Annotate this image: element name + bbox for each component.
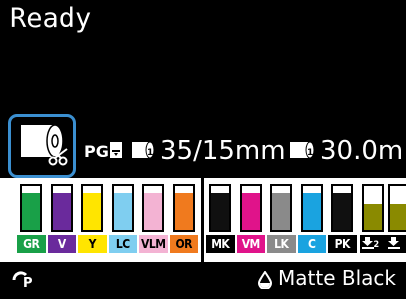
ink-level-fill bbox=[174, 193, 193, 230]
svg-text:P: P bbox=[23, 276, 33, 288]
ink-tank bbox=[270, 184, 293, 232]
ink-label: OR bbox=[169, 235, 198, 253]
maintenance-box-slot: 2 bbox=[359, 178, 386, 262]
ink-label: GR bbox=[17, 235, 46, 253]
svg-text:PG: PG bbox=[84, 142, 109, 161]
ink-tank bbox=[81, 184, 104, 232]
black-ink-type: Matte Black bbox=[278, 266, 396, 290]
svg-text:1: 1 bbox=[307, 148, 313, 158]
paper-setup-button[interactable] bbox=[8, 114, 76, 178]
ink-slot-vm: VM bbox=[236, 178, 267, 262]
ink-drop-icon bbox=[258, 270, 273, 289]
ink-slot-gr: GR bbox=[16, 178, 47, 262]
status-text: Ready bbox=[10, 3, 92, 34]
ink-label: VLM bbox=[139, 235, 168, 253]
ink-tank bbox=[209, 184, 232, 232]
maintenance-box-level bbox=[361, 184, 384, 232]
ink-label: PK bbox=[328, 235, 357, 253]
roll1-remaining: 35/15mm bbox=[160, 136, 286, 166]
ink-slot-lc: LC bbox=[108, 178, 139, 262]
ink-tank bbox=[172, 184, 195, 232]
sp-indicator: P bbox=[12, 270, 38, 293]
maintenance-box-icon bbox=[361, 237, 374, 249]
roll-paper-icon: 1 bbox=[290, 141, 315, 159]
ink-slot-mk: MK bbox=[205, 178, 236, 262]
ink-label: LK bbox=[267, 235, 296, 253]
roll2-remaining: 30.0m bbox=[320, 136, 404, 166]
ink-slot-c: C bbox=[297, 178, 328, 262]
ink-level-fill bbox=[52, 193, 71, 230]
ink-level-fill bbox=[113, 193, 132, 230]
ink-slot-lk: LK bbox=[266, 178, 297, 262]
ink-level-fill bbox=[211, 193, 230, 230]
ink-slot-y: Y bbox=[77, 178, 108, 262]
ink-label: VM bbox=[236, 235, 265, 253]
ink-tank bbox=[50, 184, 73, 232]
svg-text:1: 1 bbox=[147, 148, 153, 158]
maintenance-box-fill bbox=[389, 203, 406, 230]
ink-label: MK bbox=[206, 235, 235, 253]
maintenance-box-number: 2 bbox=[373, 240, 380, 250]
ink-label: V bbox=[47, 235, 76, 253]
maintenance-box-label bbox=[385, 235, 406, 253]
ink-slot-vlm: VLM bbox=[138, 178, 169, 262]
ink-tank bbox=[239, 184, 262, 232]
ink-level-fill bbox=[302, 193, 321, 230]
black-ink-status: Matte Black bbox=[258, 266, 396, 290]
ink-tank bbox=[300, 184, 323, 232]
ink-tank bbox=[331, 184, 354, 232]
roll-paper-icon: 1 bbox=[132, 141, 155, 159]
ink-tank bbox=[142, 184, 165, 232]
ink-level-fill bbox=[144, 193, 163, 230]
ink-level-fill bbox=[241, 193, 260, 230]
ink-slot-pk: PK bbox=[327, 178, 358, 262]
ink-level-fill bbox=[333, 193, 352, 230]
maintenance-box-label: 2 bbox=[359, 235, 386, 253]
ink-label: C bbox=[297, 235, 326, 253]
platen-gap-icon: PG bbox=[84, 142, 122, 161]
roll-paper-cut-icon bbox=[21, 124, 68, 166]
ink-label: LC bbox=[108, 235, 137, 253]
maintenance-box-icon bbox=[387, 237, 400, 249]
maintenance-box-slot bbox=[385, 178, 406, 262]
ink-slot-v: V bbox=[47, 178, 78, 262]
ink-level-fill bbox=[22, 193, 41, 230]
maintenance-box-fill bbox=[363, 203, 382, 230]
maintenance-box-level bbox=[387, 184, 406, 232]
ink-label: Y bbox=[78, 235, 107, 253]
ink-level-fill bbox=[272, 193, 291, 230]
sp-icon: P bbox=[12, 271, 33, 291]
ink-slot-or: OR bbox=[169, 178, 200, 262]
ink-group-divider bbox=[201, 178, 204, 262]
ink-tank bbox=[20, 184, 43, 232]
ink-tank bbox=[111, 184, 134, 232]
ink-level-fill bbox=[83, 193, 102, 230]
